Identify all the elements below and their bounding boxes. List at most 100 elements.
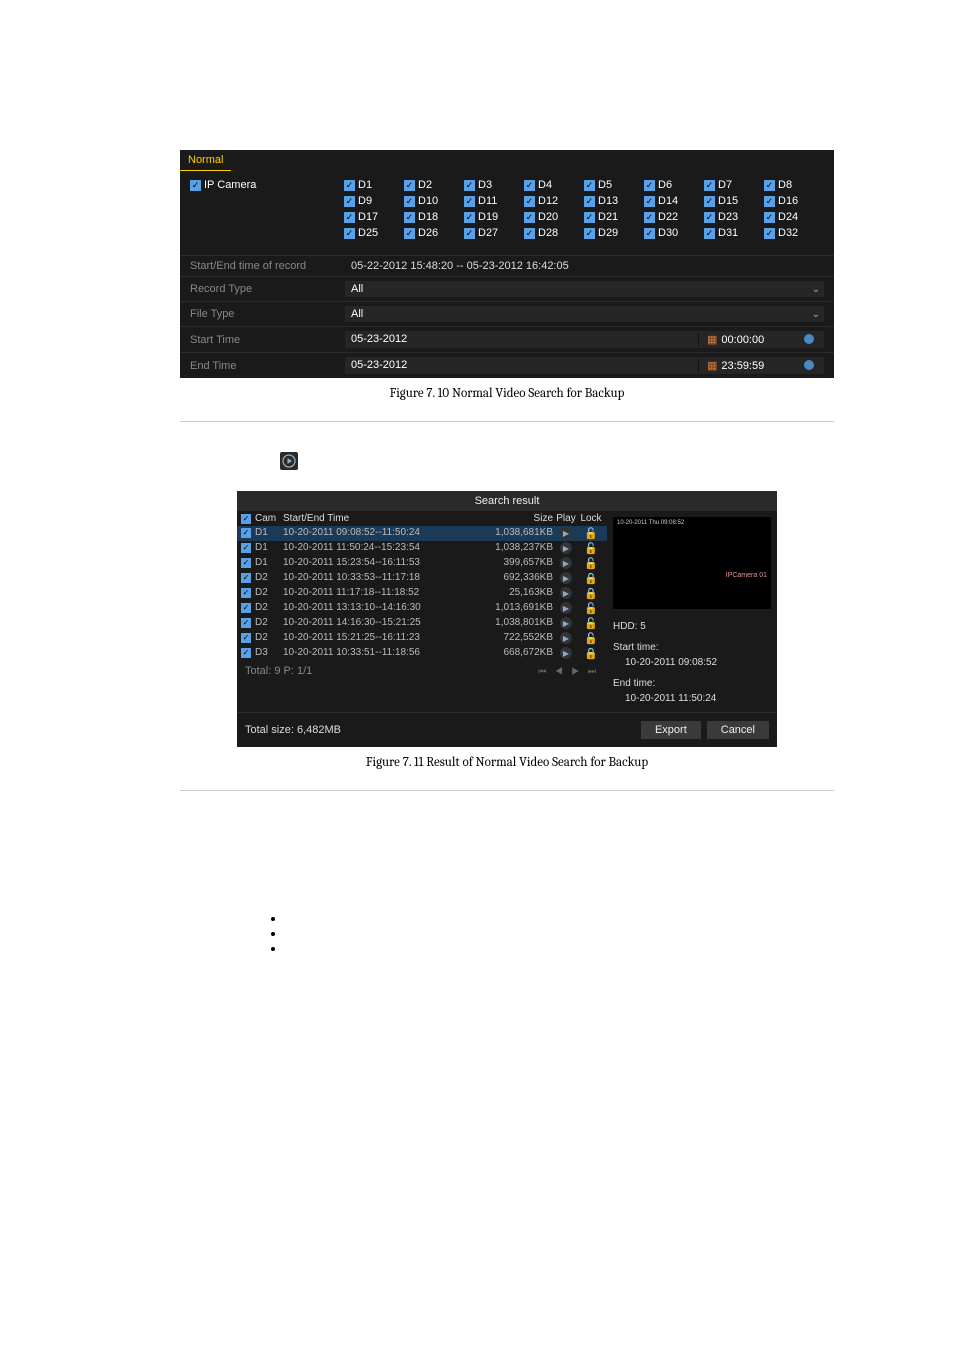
result-row[interactable]: ✓D210-20-2011 10:33:53--11:17:18692,336K… [237, 571, 607, 586]
lock-open-icon[interactable]: 🔓 [584, 633, 598, 645]
row-checkbox[interactable]: ✓ [241, 648, 251, 658]
record-type-label: Record Type [190, 283, 345, 295]
result-row[interactable]: ✓D310-20-2011 10:33:51--11:18:56668,672K… [237, 646, 607, 661]
row-size: 399,657KB [483, 557, 553, 570]
camera-checkbox[interactable]: ✓D17 [344, 211, 404, 223]
preview-thumbnail[interactable]: 10-20-2011 Thu 09:08:52 IPCamera 01 [613, 517, 771, 609]
row-checkbox[interactable]: ✓ [241, 603, 251, 613]
end-clock-input[interactable]: ▦23:59:59 [698, 359, 818, 372]
camera-checkbox[interactable]: ✓D4 [524, 179, 584, 191]
lock-open-icon[interactable]: 🔓 [584, 558, 598, 570]
play-icon[interactable]: ▶ [560, 572, 572, 584]
camera-checkbox[interactable]: ✓D30 [644, 227, 704, 239]
result-row[interactable]: ✓D210-20-2011 13:13:10--14:16:301,013,69… [237, 601, 607, 616]
header-check[interactable]: ✓ [241, 513, 255, 524]
camera-checkbox[interactable]: ✓D3 [464, 179, 524, 191]
play-circle-icon [280, 452, 298, 470]
checkbox-icon: ✓ [464, 228, 475, 239]
preview-camera-tag: IPCamera 01 [726, 572, 767, 579]
row-time: 10-20-2011 09:08:52--11:50:24 [283, 527, 483, 540]
camera-checkbox[interactable]: ✓D1 [344, 179, 404, 191]
lock-open-icon[interactable]: 🔓 [584, 528, 598, 540]
camera-checkbox[interactable]: ✓D27 [464, 227, 524, 239]
checkbox-icon: ✓ [704, 180, 715, 191]
camera-checkbox[interactable]: ✓D16 [764, 195, 824, 207]
camera-checkbox[interactable]: ✓D21 [584, 211, 644, 223]
end-time-row: End Time 05-23-2012 ▦23:59:59 [180, 352, 834, 378]
camera-checkbox[interactable]: ✓D31 [704, 227, 764, 239]
row-checkbox[interactable]: ✓ [241, 633, 251, 643]
start-time-label: Start Time [190, 334, 345, 346]
lock-open-icon[interactable]: 🔓 [584, 618, 598, 630]
row-cam: D2 [255, 617, 283, 630]
play-icon[interactable]: ▶ [560, 632, 572, 644]
camera-checkbox[interactable]: ✓D28 [524, 227, 584, 239]
play-icon[interactable]: ▶ [560, 527, 572, 539]
camera-checkbox[interactable]: ✓D11 [464, 195, 524, 207]
end-time-label: End Time [190, 360, 345, 372]
row-checkbox[interactable]: ✓ [241, 528, 251, 538]
camera-checkbox[interactable]: ✓D14 [644, 195, 704, 207]
checkbox-icon: ✓ [644, 212, 655, 223]
camera-checkbox[interactable]: ✓D9 [344, 195, 404, 207]
lock-closed-icon[interactable]: 🔒 [584, 573, 598, 585]
play-icon[interactable]: ▶ [560, 647, 572, 659]
camera-checkbox[interactable]: ✓D24 [764, 211, 824, 223]
camera-checkbox[interactable]: ✓D13 [584, 195, 644, 207]
record-type-select[interactable]: All⌄ [345, 281, 824, 297]
file-type-row: File Type All⌄ [180, 301, 834, 326]
camera-checkbox[interactable]: ✓D10 [404, 195, 464, 207]
row-checkbox[interactable]: ✓ [241, 588, 251, 598]
camera-checkbox[interactable]: ✓D7 [704, 179, 764, 191]
cancel-button[interactable]: Cancel [707, 721, 769, 739]
pager-controls[interactable]: ⏮ ◀ ▶ ⏭ [538, 666, 599, 677]
lock-closed-icon[interactable]: 🔒 [584, 588, 598, 600]
checkbox-icon: ✓ [524, 228, 535, 239]
start-date-input[interactable]: 05-23-2012 [351, 333, 698, 346]
camera-checkbox[interactable]: ✓D15 [704, 195, 764, 207]
camera-checkbox[interactable]: ✓D8 [764, 179, 824, 191]
row-checkbox[interactable]: ✓ [241, 558, 251, 568]
camera-checkbox[interactable]: ✓D19 [464, 211, 524, 223]
start-clock-input[interactable]: ▦00:00:00 [698, 333, 818, 346]
export-button[interactable]: Export [641, 721, 701, 739]
play-icon[interactable]: ▶ [560, 542, 572, 554]
lock-open-icon[interactable]: 🔓 [584, 603, 598, 615]
play-icon[interactable]: ▶ [560, 602, 572, 614]
camera-checkbox[interactable]: ✓D32 [764, 227, 824, 239]
result-row[interactable]: ✓D210-20-2011 15:21:25--16:11:23722,552K… [237, 631, 607, 646]
result-row[interactable]: ✓D110-20-2011 15:23:54--16:11:53399,657K… [237, 556, 607, 571]
camera-checkbox[interactable]: ✓D29 [584, 227, 644, 239]
row-checkbox[interactable]: ✓ [241, 573, 251, 583]
result-row[interactable]: ✓D210-20-2011 14:16:30--15:21:251,038,80… [237, 616, 607, 631]
lock-closed-icon[interactable]: 🔒 [584, 648, 598, 660]
checkbox-icon: ✓ [584, 212, 595, 223]
row-checkbox[interactable]: ✓ [241, 543, 251, 553]
record-time-row: Start/End time of record 05-22-2012 15:4… [180, 255, 834, 276]
camera-checkbox[interactable]: ✓D18 [404, 211, 464, 223]
record-time-value: 05-22-2012 15:48:20 -- 05-23-2012 16:42:… [345, 260, 824, 272]
result-row[interactable]: ✓D110-20-2011 09:08:52--11:50:241,038,68… [237, 526, 607, 541]
play-icon[interactable]: ▶ [560, 557, 572, 569]
camera-checkbox[interactable]: ✓D25 [344, 227, 404, 239]
camera-checkbox[interactable]: ✓D22 [644, 211, 704, 223]
info-end-label: End time: [613, 676, 771, 691]
camera-checkbox[interactable]: ✓D2 [404, 179, 464, 191]
camera-checkbox[interactable]: ✓D20 [524, 211, 584, 223]
file-type-select[interactable]: All⌄ [345, 306, 824, 322]
camera-checkbox[interactable]: ✓D5 [584, 179, 644, 191]
result-row[interactable]: ✓D110-20-2011 11:50:24--15:23:541,038,23… [237, 541, 607, 556]
ip-camera-checkbox[interactable]: ✓IP Camera [190, 179, 344, 191]
row-checkbox[interactable]: ✓ [241, 618, 251, 628]
play-icon[interactable]: ▶ [560, 587, 572, 599]
checkbox-icon: ✓ [464, 212, 475, 223]
result-row[interactable]: ✓D210-20-2011 11:17:18--11:18:5225,163KB… [237, 586, 607, 601]
camera-checkbox[interactable]: ✓D23 [704, 211, 764, 223]
end-date-input[interactable]: 05-23-2012 [351, 359, 698, 372]
play-icon[interactable]: ▶ [560, 617, 572, 629]
lock-open-icon[interactable]: 🔓 [584, 543, 598, 555]
camera-checkbox[interactable]: ✓D26 [404, 227, 464, 239]
camera-checkbox[interactable]: ✓D12 [524, 195, 584, 207]
camera-checkbox[interactable]: ✓D6 [644, 179, 704, 191]
tab-normal[interactable]: Normal [180, 150, 231, 171]
